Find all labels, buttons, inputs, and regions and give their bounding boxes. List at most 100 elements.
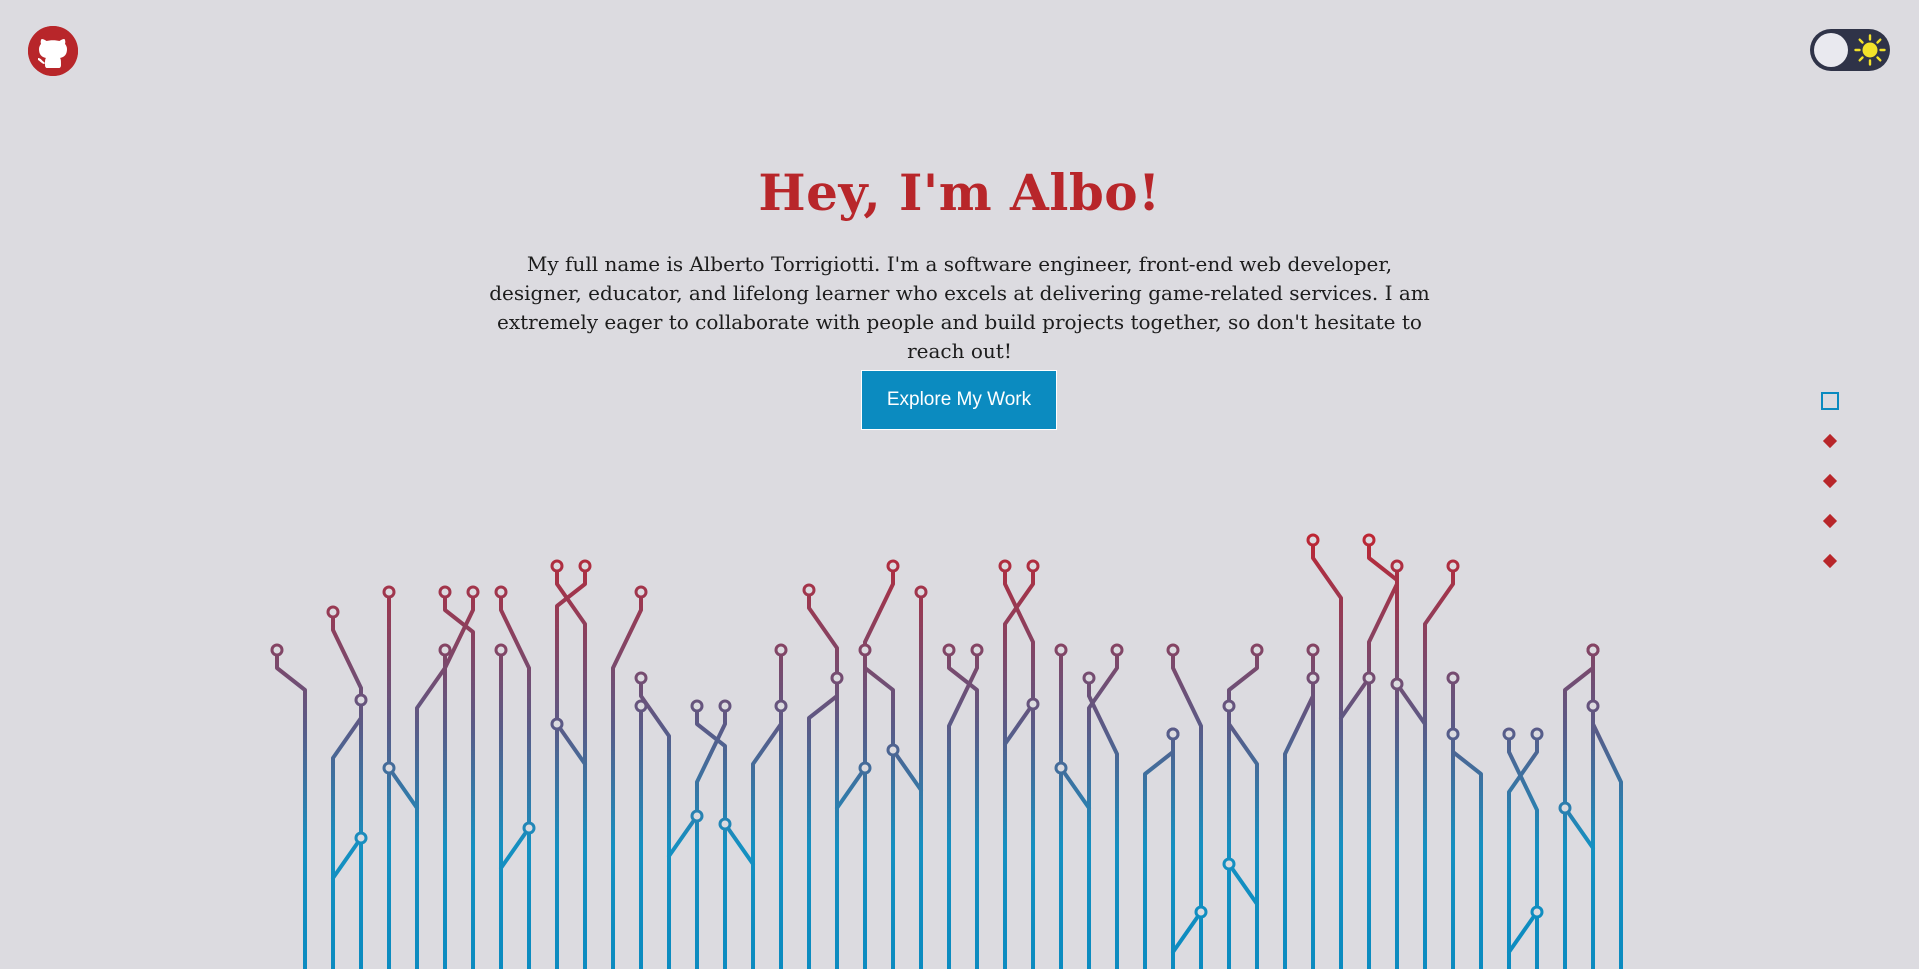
circuit-trace bbox=[1507, 732, 1539, 969]
circuit-pad bbox=[494, 643, 508, 657]
section-nav-dot[interactable] bbox=[1819, 430, 1841, 452]
circuit-pad bbox=[1306, 533, 1320, 547]
circuit-pad bbox=[438, 643, 452, 657]
circuit-pad bbox=[1166, 727, 1180, 741]
circuit-trace bbox=[1171, 648, 1203, 969]
circuit-pad bbox=[550, 559, 564, 573]
circuit-pad bbox=[1530, 727, 1544, 741]
circuit-pad bbox=[914, 585, 928, 599]
hero-section: Hey, I'm Albo! My full name is Alberto T… bbox=[0, 158, 1919, 366]
circuit-pad bbox=[1110, 643, 1124, 657]
circuit-trace bbox=[443, 590, 475, 969]
circuit-trace bbox=[695, 704, 727, 969]
circuit-trace bbox=[1507, 910, 1539, 954]
github-link[interactable] bbox=[28, 26, 78, 76]
circuit-trace bbox=[947, 648, 979, 969]
circuit-pad bbox=[494, 585, 508, 599]
circuit-trace bbox=[555, 564, 587, 969]
circuit-pad bbox=[858, 761, 872, 775]
circuit-pad bbox=[634, 585, 648, 599]
circuit-pad bbox=[1250, 643, 1264, 657]
circuit-pad bbox=[718, 699, 732, 713]
circuit-trace bbox=[639, 676, 671, 969]
circuit-trace bbox=[555, 722, 587, 766]
circuit-trace bbox=[751, 704, 783, 969]
circuit-pad bbox=[690, 809, 704, 823]
circuit-pad bbox=[1446, 671, 1460, 685]
circuit-trace bbox=[863, 564, 895, 969]
circuit-pad bbox=[1446, 559, 1460, 573]
circuit-trace bbox=[891, 748, 923, 792]
theme-toggle[interactable] bbox=[1810, 29, 1890, 71]
circuit-pad bbox=[1558, 801, 1572, 815]
circuit-pad bbox=[438, 585, 452, 599]
circuit-trace bbox=[1003, 564, 1035, 969]
explore-work-button[interactable]: Explore My Work bbox=[861, 370, 1057, 430]
circuit-pad bbox=[830, 671, 844, 685]
circuit-pad bbox=[1026, 697, 1040, 711]
section-nav-dot[interactable] bbox=[1819, 510, 1841, 532]
section-nav-dot[interactable] bbox=[1819, 470, 1841, 492]
circuit-pad bbox=[1306, 671, 1320, 685]
circuit-pad bbox=[858, 643, 872, 657]
circuit-trace bbox=[611, 590, 643, 969]
circuit-trace bbox=[443, 590, 475, 969]
circuit-pad bbox=[886, 559, 900, 573]
circuit-trace bbox=[835, 766, 867, 810]
circuit-trace bbox=[863, 648, 895, 969]
circuit-trace bbox=[1283, 676, 1315, 969]
circuit-pad bbox=[802, 583, 816, 597]
circuit-trace bbox=[331, 836, 363, 880]
circuit-trace bbox=[1367, 564, 1399, 969]
sun-icon bbox=[1854, 34, 1886, 66]
circuit-pad bbox=[1306, 643, 1320, 657]
circuit-pad bbox=[1502, 727, 1516, 741]
section-nav-dot[interactable] bbox=[1819, 390, 1841, 412]
circuit-pad bbox=[578, 559, 592, 573]
circuit-pad bbox=[774, 699, 788, 713]
circuit-pad bbox=[886, 743, 900, 757]
circuit-trace bbox=[1563, 648, 1595, 969]
circuit-pad bbox=[1194, 905, 1208, 919]
circuit-pad bbox=[326, 605, 340, 619]
circuit-pad bbox=[354, 831, 368, 845]
circuit-pad bbox=[1054, 643, 1068, 657]
circuit-trace bbox=[1059, 766, 1091, 810]
section-nav-dot[interactable] bbox=[1819, 550, 1841, 572]
circuit-trace bbox=[275, 648, 307, 969]
hero-description: My full name is Alberto Torrigiotti. I'm… bbox=[489, 252, 1430, 363]
circuit-pad bbox=[1446, 727, 1460, 741]
circuit-trace bbox=[1227, 648, 1259, 969]
circuit-tree-illustration bbox=[270, 533, 1623, 969]
circuit-trace bbox=[1087, 676, 1119, 969]
circuit-trace bbox=[331, 698, 363, 969]
circuit-trace bbox=[807, 676, 839, 969]
circuit-pad bbox=[1586, 699, 1600, 713]
circuit-trace bbox=[1395, 682, 1427, 726]
circuit-pad bbox=[1390, 677, 1404, 691]
circuit-pad bbox=[522, 821, 536, 835]
toggle-knob bbox=[1814, 33, 1848, 67]
circuit-pad bbox=[1082, 671, 1096, 685]
circuit-pad bbox=[1362, 533, 1376, 547]
circuit-trace bbox=[1003, 564, 1035, 969]
circuit-trace bbox=[1087, 648, 1119, 969]
circuit-pad bbox=[634, 699, 648, 713]
circuit-pad bbox=[942, 643, 956, 657]
circuit-pad bbox=[382, 585, 396, 599]
circuit-trace bbox=[1003, 702, 1035, 746]
github-icon bbox=[28, 26, 78, 76]
circuit-pad bbox=[382, 761, 396, 775]
circuit-pad bbox=[1026, 559, 1040, 573]
circuit-pad bbox=[1166, 643, 1180, 657]
circuit-trace bbox=[1227, 704, 1259, 969]
circuit-pad bbox=[1362, 671, 1376, 685]
circuit-pad bbox=[1222, 857, 1236, 871]
circuit-trace bbox=[1227, 862, 1259, 906]
circuit-trace bbox=[1591, 704, 1623, 969]
circuit-pad bbox=[774, 643, 788, 657]
circuit-trace bbox=[695, 704, 727, 969]
circuit-pad bbox=[690, 699, 704, 713]
circuit-trace bbox=[387, 766, 419, 810]
circuit-trace bbox=[723, 822, 755, 866]
